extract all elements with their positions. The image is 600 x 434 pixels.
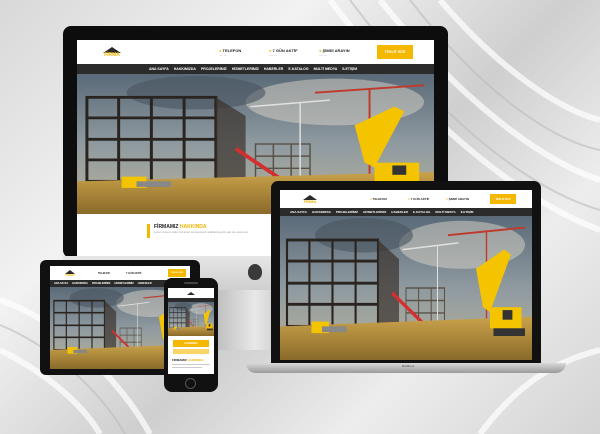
contact-hours: 7 GÜN AKTİF — [126, 271, 142, 275]
content-line — [173, 349, 209, 354]
nav-item[interactable]: HABERLER — [138, 282, 152, 285]
site-header — [168, 288, 214, 298]
clock-icon: ● — [408, 197, 410, 201]
section-text: Lorem ipsum dolor sit amet consectetur a… — [154, 230, 249, 234]
laptop-brand: MacBook — [401, 364, 415, 368]
site-logo[interactable]: FİRMA — [77, 46, 147, 58]
nav-item[interactable]: MULTİ MEDYA — [435, 210, 455, 214]
nav-item[interactable]: HAKKIMIZDA — [72, 282, 88, 285]
site-header: FİRMA ● TELEFON ---- --- ● 7 GÜN AKTİF -… — [77, 40, 434, 64]
contact-hours: ● 7 GÜN AKTİF — [408, 197, 430, 201]
nav-item[interactable]: İLETİŞİM — [342, 67, 357, 71]
quote-button[interactable]: TEKLİF İSTE — [168, 269, 186, 277]
site-header: FİRMA ● TELEFON ● 7 GÜN AKTİF ● ŞİMDİ AR… — [280, 190, 532, 208]
contact-phone: ● TELEFON ---- --- — [219, 47, 242, 57]
site-logo[interactable] — [187, 291, 195, 295]
contact-phone: ● TELEFON — [370, 197, 387, 201]
laptop-screen: FİRMA ● TELEFON ● 7 GÜN AKTİF ● ŞİMDİ AR… — [280, 190, 532, 360]
nav-item[interactable]: PROJELERİMİZ — [201, 67, 227, 71]
contact-call: ● ŞİMDİ ARAYIN — [446, 197, 469, 201]
section-accent-bar — [147, 224, 150, 238]
nav-item[interactable]: HİZMETLERİMİZ — [114, 282, 133, 285]
contact-hours: ● 7 GÜN AKTİF ---- --- — [269, 47, 298, 57]
laptop: FİRMA ● TELEFON ● 7 GÜN AKTİF ● ŞİMDİ AR… — [271, 181, 541, 363]
phone-icon: ● — [370, 197, 372, 201]
contact-call: ● ŞİMDİ ARAYIN ---- --- — [319, 47, 350, 57]
nav-item[interactable]: HİZMETLERİMİZ — [232, 67, 259, 71]
nav-item[interactable]: E-KATALOG — [288, 67, 308, 71]
nav-item[interactable]: PROJELERİMİZ — [92, 282, 110, 285]
main-nav: ANA SAYFA HAKKIMIZDA PROJELERİMİZ HİZMET… — [280, 208, 532, 216]
nav-item[interactable]: HAKKIMIZDA — [312, 210, 331, 214]
nav-item[interactable]: HAKKIMIZDA — [174, 67, 196, 71]
about-card[interactable]: HAKKINDA — [173, 340, 209, 347]
nav-item[interactable]: ANA SAYFA — [54, 282, 68, 285]
site-logo[interactable]: FİRMA — [280, 194, 340, 204]
content-line — [172, 364, 210, 365]
nav-item[interactable]: MULTİ MEDYA — [314, 67, 338, 71]
phone-speaker — [184, 282, 198, 284]
nav-item[interactable]: E-KATALOG — [413, 210, 430, 214]
logo-roof-icon — [187, 291, 195, 295]
nav-item[interactable]: ANA SAYFA — [149, 67, 169, 71]
quote-button[interactable]: TEKLİF İSTE — [377, 45, 413, 59]
site-logo[interactable]: FİRMA — [50, 269, 90, 277]
nav-item[interactable]: HABERLER — [264, 67, 283, 71]
apple-logo-icon — [248, 264, 262, 280]
nav-item[interactable]: PROJELERİMİZ — [336, 210, 358, 214]
phone-screen: HAKKINDA FİRMAMIZ HAKKINDA — [168, 288, 214, 374]
hero-slider-image — [168, 302, 214, 336]
mail-icon: ● — [446, 197, 448, 201]
quote-button[interactable]: TEKLİF İSTE — [490, 194, 516, 204]
section-title: FİRMAMIZ HAKKINDA — [172, 358, 204, 362]
nav-item[interactable]: HİZMETLERİMİZ — [363, 210, 386, 214]
nav-item[interactable]: İLETİŞİM — [461, 210, 474, 214]
main-nav: ANA SAYFA HAKKIMIZDA PROJELERİMİZ HİZMET… — [77, 64, 434, 74]
hero-slider-image — [280, 216, 532, 360]
content-line — [172, 367, 202, 368]
phone: HAKKINDA FİRMAMIZ HAKKINDA — [164, 278, 218, 392]
nav-item[interactable]: ANA SAYFA — [290, 210, 307, 214]
nav-item[interactable]: HABERLER — [391, 210, 408, 214]
contact-phone: TELEFON — [98, 271, 110, 275]
home-button[interactable] — [185, 378, 196, 389]
